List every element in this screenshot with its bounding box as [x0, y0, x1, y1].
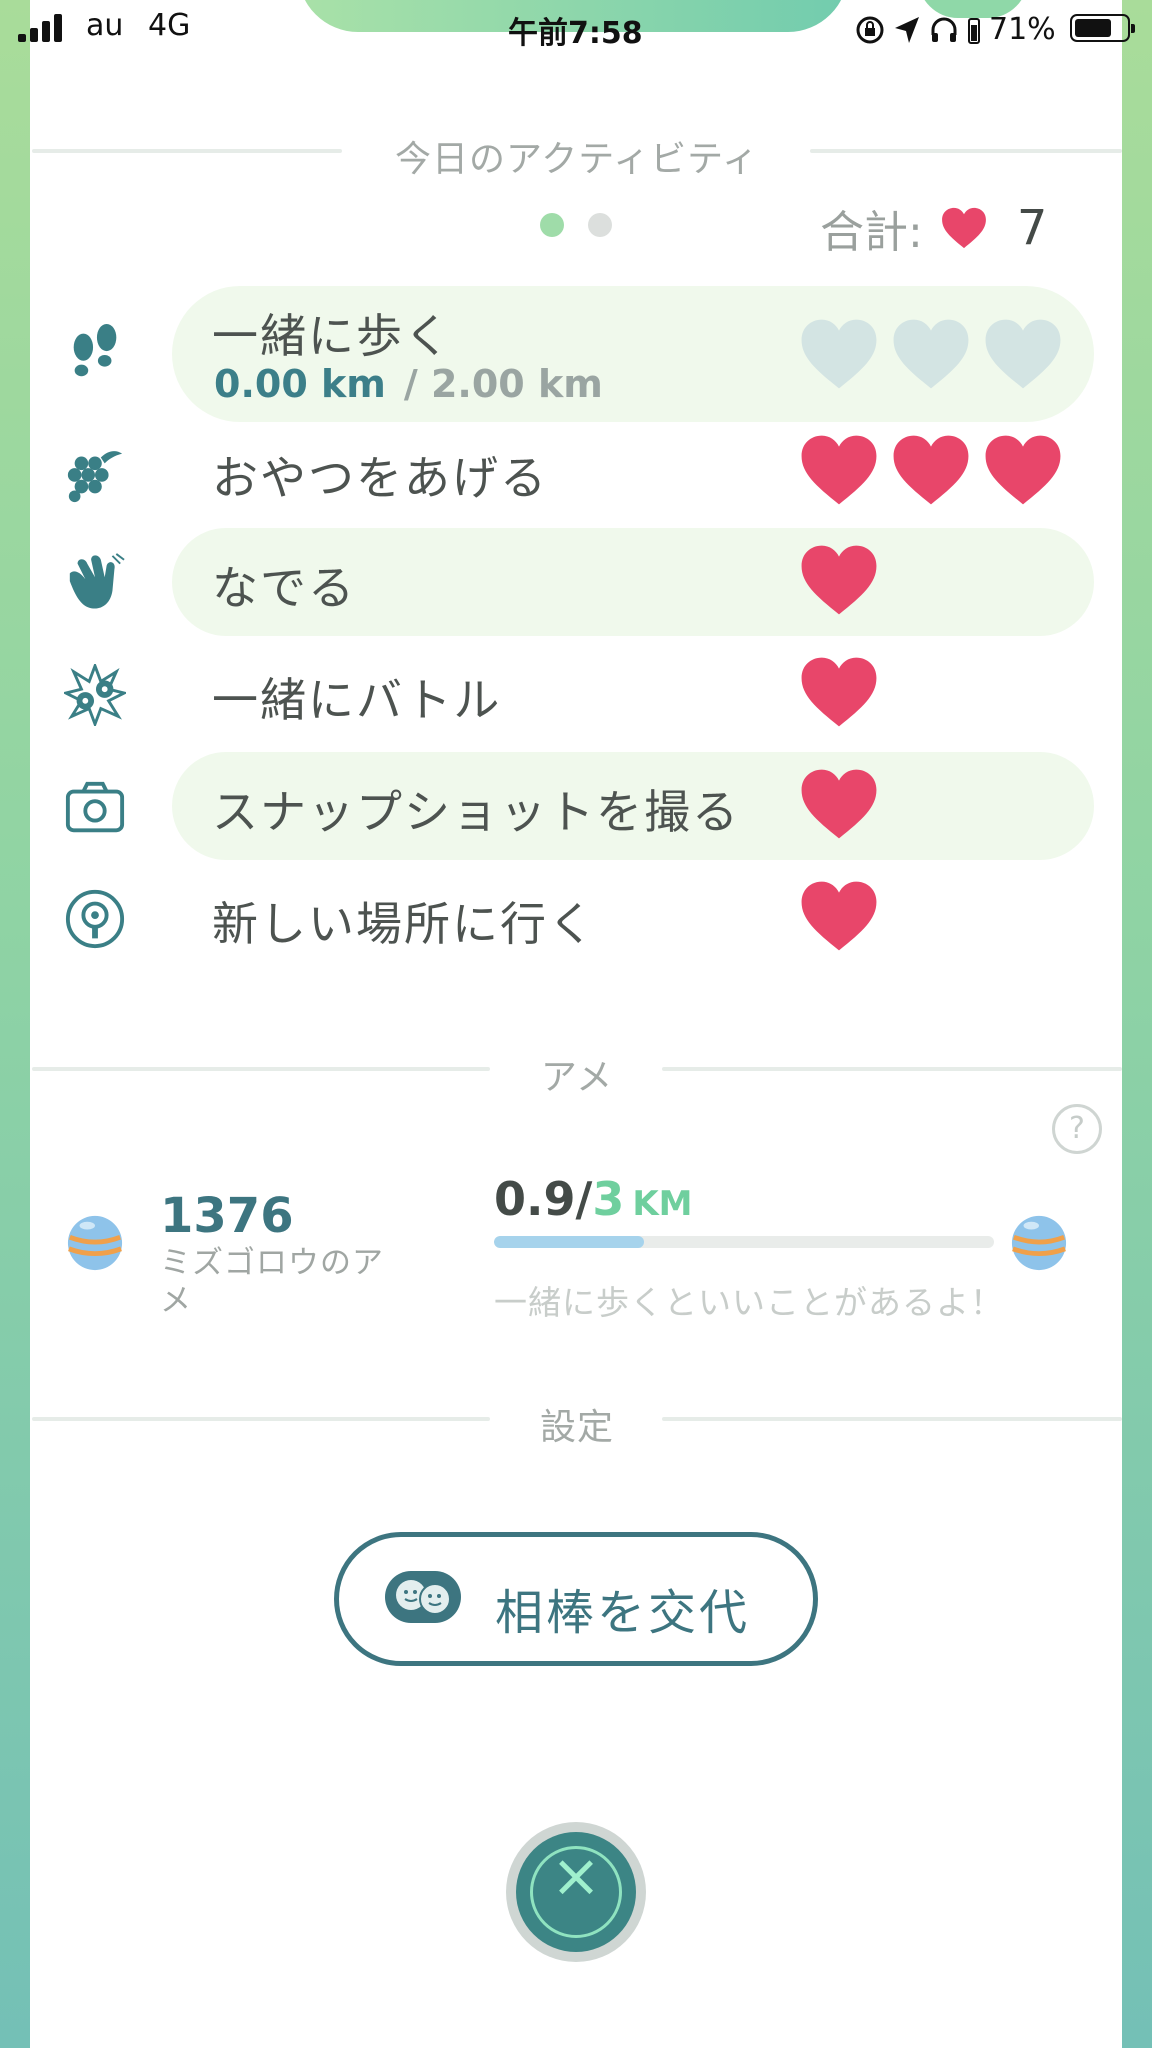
footprints-icon [73, 323, 117, 377]
heart-filled-icon [801, 657, 877, 727]
walk-distance: 0.00 km / 2.00 km [214, 362, 603, 406]
distance-slash: / [575, 1172, 593, 1226]
activity-label: 新しい場所に行く [212, 897, 596, 951]
heart-meter [800, 544, 878, 616]
activity-row-snapshot: スナップショットを撮る [0, 752, 1152, 860]
distance-walked: 0.9 [494, 1172, 576, 1226]
total-label: 合計: [820, 207, 923, 258]
help-icon[interactable]: ? [1052, 1104, 1102, 1154]
heart-meter [800, 318, 1062, 390]
candy-reward-icon [1011, 1215, 1067, 1271]
activity-label: 一緒にバトル [212, 673, 502, 727]
heart-empty-icon [801, 319, 877, 389]
camera-icon [65, 781, 125, 833]
heart-meter [800, 768, 878, 840]
close-icon: × [550, 1841, 602, 1911]
walk-hint: 一緒に歩くといいことがあるよ！ [494, 1283, 1004, 1322]
rotation-lock-icon [856, 16, 884, 43]
distance-unit: KM [632, 1184, 693, 1224]
activity-row-pet: なでる [0, 528, 1152, 636]
battle-icon [64, 664, 126, 726]
swap-buddy-label: 相棒を交代 [495, 1585, 751, 1641]
walk-goal: / 2.00 km [403, 362, 603, 406]
heart-filled-icon [801, 881, 877, 951]
carrier-label: au [86, 8, 124, 43]
distance-goal: 3 [592, 1172, 625, 1226]
candy-name: ミズゴロウのアメ [160, 1245, 384, 1319]
headphones-icon [931, 17, 957, 42]
progress-fill [494, 1236, 644, 1248]
heart-filled-icon [801, 769, 877, 839]
heart-filled-icon [985, 435, 1061, 505]
heart-icon [941, 207, 986, 249]
activity-row-walk: 一緒に歩く 0.00 km / 2.00 km [0, 286, 1152, 422]
page-indicator[interactable] [540, 213, 612, 237]
battery-icon [1070, 14, 1135, 42]
network-label: 4G [148, 8, 191, 43]
total-hearts: 合計: 7 [820, 196, 1047, 260]
activity-row-visit: 新しい場所に行く [0, 864, 1152, 972]
activity-label: 一緒に歩く [212, 309, 452, 363]
status-bar: au 4G 午前7:58 71% [0, 0, 1152, 60]
buddy-swap-icon [385, 1571, 461, 1623]
walk-current: 0.00 km [214, 362, 386, 406]
heart-filled-icon [893, 435, 969, 505]
close-button[interactable]: × [506, 1822, 646, 1962]
activities-title: 今日のアクティビティ [395, 139, 759, 180]
candy-count: 1376 [160, 1188, 294, 1244]
battery-percent: 71% [989, 12, 1056, 47]
page-dot[interactable] [588, 213, 612, 237]
status-icons: 71% [855, 12, 1056, 47]
pokestop-icon [65, 889, 125, 949]
swap-buddy-button[interactable]: 相棒を交代 [334, 1532, 818, 1666]
total-value: 7 [1016, 200, 1048, 256]
activity-label: スナップショットを撮る [212, 785, 740, 839]
activity-label: なでる [212, 561, 356, 615]
heart-meter [800, 434, 1062, 506]
candy-header: アメ [32, 1048, 1122, 1098]
battery-small-icon [968, 17, 980, 44]
heart-meter [800, 880, 878, 952]
petting-hand-icon [69, 553, 125, 609]
candy-icon [67, 1215, 123, 1271]
activities-header: 今日のアクティビティ [32, 130, 1122, 180]
settings-header: 設定 [32, 1398, 1122, 1448]
activity-row-treat: おやつをあげる [0, 418, 1152, 526]
heart-empty-icon [985, 319, 1061, 389]
candy-title: アメ [540, 1057, 614, 1098]
clock: 午前7:58 [508, 16, 643, 51]
distance-progress-bar [494, 1236, 994, 1248]
heart-filled-icon [801, 435, 877, 505]
activity-label: おやつをあげる [212, 451, 548, 505]
signal-icon [18, 14, 62, 42]
activity-row-battle: 一緒にバトル [0, 640, 1152, 748]
heart-filled-icon [801, 545, 877, 615]
buddy-distance: 0.9/3 KM [494, 1172, 693, 1226]
location-icon [895, 16, 919, 43]
berry-icon [67, 451, 123, 503]
heart-meter [800, 656, 878, 728]
settings-title: 設定 [539, 1407, 614, 1448]
heart-empty-icon [893, 319, 969, 389]
page-dot-active[interactable] [540, 213, 564, 237]
